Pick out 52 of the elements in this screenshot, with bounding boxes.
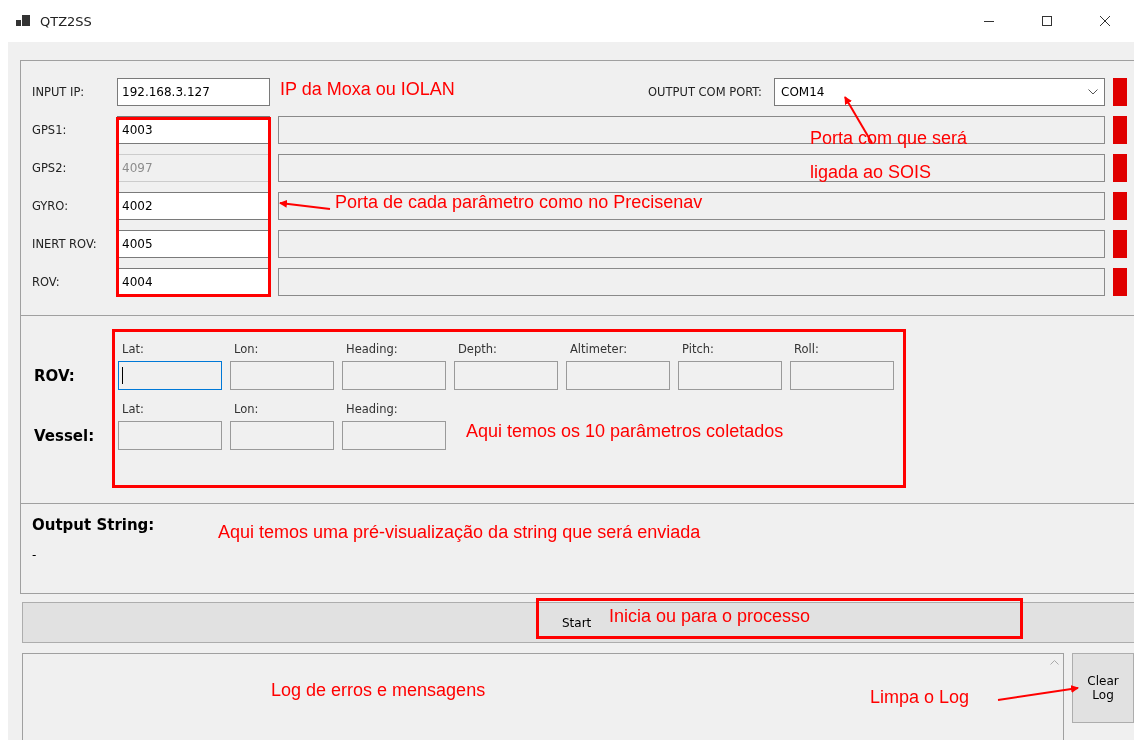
field-label: Heading: — [345, 342, 399, 357]
annotation-arrow — [279, 199, 331, 210]
input-field[interactable] — [790, 361, 894, 390]
com-port-dropdown[interactable]: COM14 — [774, 78, 1105, 106]
field-label: Lon: — [233, 402, 260, 417]
field-label: INERT ROV: — [32, 237, 98, 251]
field-label: Roll: — [793, 342, 820, 357]
scroll-up-icon[interactable] — [1049, 660, 1059, 665]
field-label: Lat: — [121, 342, 145, 357]
field-label: GYRO: — [32, 199, 70, 213]
chevron-down-icon — [1088, 89, 1098, 95]
field-label: INPUT IP: — [32, 85, 86, 99]
annotation-text: IP da Moxa ou IOLAN — [280, 78, 455, 100]
input-field[interactable]: 4003 — [117, 116, 270, 144]
input-field[interactable] — [230, 361, 334, 390]
field-label: ROV: — [32, 275, 61, 289]
input-field[interactable]: 192.168.3.127 — [117, 78, 270, 106]
annotation-text: Aqui temos uma pré-visualização da string que será enviada — [218, 521, 701, 543]
input-field[interactable] — [230, 421, 334, 450]
maximize-icon[interactable] — [1041, 15, 1053, 27]
field-label: Depth: — [457, 342, 498, 357]
input-field[interactable] — [342, 361, 446, 390]
window-title: QTZ2SS — [40, 13, 92, 29]
input-field[interactable] — [342, 421, 446, 450]
input-field[interactable]: 4005 — [117, 230, 270, 258]
field-label: Altimeter: — [569, 342, 629, 357]
field-label: Lat: — [121, 402, 145, 417]
output-text: - — [32, 548, 37, 562]
close-icon[interactable] — [1099, 15, 1111, 27]
field-label: OUTPUT COM PORT: — [648, 85, 762, 99]
annotation-text: Limpa o Log — [870, 686, 970, 708]
field-label: Lon: — [233, 342, 260, 357]
input-field[interactable] — [118, 361, 222, 390]
input-field[interactable] — [118, 421, 222, 450]
group-label: Vessel: — [34, 427, 96, 447]
annotation-text: Log de erros e mensagens — [271, 679, 486, 701]
annotation-text: Porta de cada parâmetro como no Precisenav — [335, 191, 703, 213]
field-label: Pitch: — [681, 342, 715, 357]
input-field[interactable]: 4004 — [117, 268, 270, 296]
group-label: ROV: — [34, 367, 76, 387]
field-label: GPS1: — [32, 123, 68, 137]
app-icon — [16, 15, 30, 27]
section-title: Output String: — [32, 516, 155, 534]
annotation-text: Aqui temos os 10 parâmetros coletados — [466, 420, 784, 442]
clear-log-button[interactable]: Clear Log — [1072, 653, 1134, 723]
field-label: GPS2: — [32, 161, 68, 175]
input-field[interactable]: 4002 — [117, 192, 270, 220]
field-label: Heading: — [345, 402, 399, 417]
annotation-text: Inicia ou para o processo — [609, 605, 811, 627]
input-field[interactable] — [566, 361, 670, 390]
input-field[interactable] — [454, 361, 558, 390]
input-field[interactable] — [678, 361, 782, 390]
